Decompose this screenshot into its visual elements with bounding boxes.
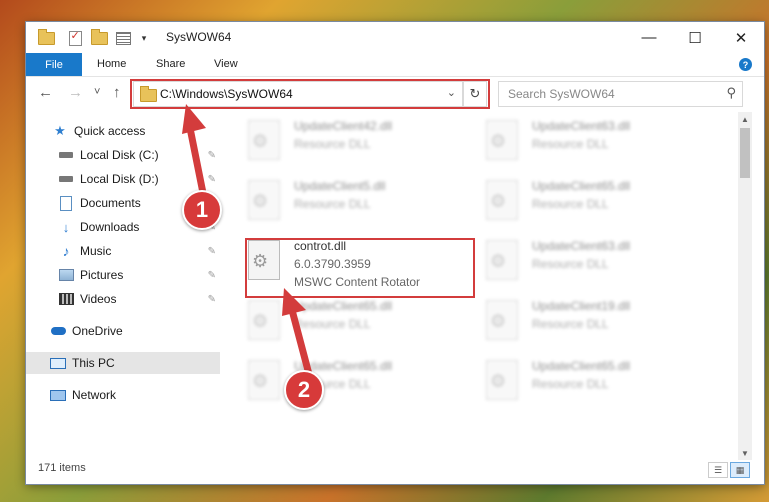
sidebar-item-label: Local Disk (C:)	[80, 148, 159, 162]
dll-file-icon	[486, 180, 518, 220]
sidebar-item-label: Music	[80, 244, 112, 258]
item-count: 171 items	[38, 462, 86, 474]
scroll-thumb[interactable]	[740, 128, 750, 178]
recent-locations-button[interactable]: ˅	[94, 86, 100, 98]
sidebar-item-label: Videos	[80, 292, 117, 306]
list-item[interactable]: UpdateClient65.dll Resource DLL	[466, 352, 696, 410]
file-name: UpdateClient65.dll	[532, 359, 631, 373]
list-item[interactable]: UpdateClient19.dll Resource DLL	[466, 292, 696, 350]
music-icon: ♪	[62, 243, 70, 259]
step-badge-1: 1	[182, 190, 222, 230]
sidebar-item-this-pc[interactable]: This PC	[26, 352, 220, 374]
dll-file-icon	[486, 360, 518, 400]
pictures-icon	[58, 268, 74, 282]
sidebar-item-label: Network	[72, 388, 117, 402]
file-name: UpdateClient5.dll	[294, 179, 386, 193]
file-description: Resource DLL	[532, 377, 609, 391]
pc-icon	[50, 356, 66, 370]
vertical-scrollbar[interactable]: ▲ ▼	[738, 112, 752, 460]
dll-file-icon	[486, 300, 518, 340]
list-item[interactable]: UpdateClient65.dll Resource DLL	[228, 292, 458, 350]
tab-view[interactable]: View	[214, 58, 238, 70]
file-description: Resource DLL	[294, 197, 371, 211]
pin-icon[interactable]: ✎	[208, 294, 216, 305]
onedrive-icon	[50, 324, 66, 338]
step-badge-2: 2	[284, 370, 324, 410]
list-item[interactable]: UpdateClient65.dll Resource DLL	[228, 352, 458, 410]
file-name: UpdateClient63.dll	[532, 119, 631, 133]
documents-icon	[58, 195, 74, 211]
sidebar-item-label: Quick access	[74, 124, 146, 138]
search-icon[interactable]: ⚲	[726, 85, 736, 101]
scroll-down-icon[interactable]: ▼	[738, 446, 752, 460]
details-view-button[interactable]: ☰	[708, 462, 728, 478]
disk-icon	[58, 172, 74, 186]
list-item[interactable]: UpdateClient63.dll Resource DLL	[466, 112, 696, 170]
search-box[interactable]: Search SysWOW64 ⚲	[498, 81, 743, 107]
file-description: Resource DLL	[294, 137, 371, 151]
file-description: Resource DLL	[532, 257, 609, 271]
forward-button[interactable]: →	[68, 84, 83, 101]
videos-icon	[58, 292, 74, 306]
list-item[interactable]: UpdateClient63.dll Resource DLL	[466, 232, 696, 290]
view-icon[interactable]	[112, 30, 134, 46]
dll-file-icon	[248, 120, 280, 160]
title-bar: ▾ SysWOW64 — ☐ ✕	[26, 22, 764, 53]
sidebar-item-videos[interactable]: Videos ✎	[26, 288, 220, 310]
properties-icon[interactable]	[66, 29, 84, 46]
network-icon	[50, 388, 66, 402]
dll-file-icon	[486, 240, 518, 280]
file-explorer-window: ▾ SysWOW64 — ☐ ✕ File Home Share View ? …	[26, 22, 764, 484]
star-icon: ★	[54, 123, 66, 138]
dll-file-icon	[248, 180, 280, 220]
sidebar-item-label: OneDrive	[72, 324, 123, 338]
sidebar-item-label: Documents	[80, 196, 141, 210]
window-title: SysWOW64	[166, 30, 232, 44]
large-icons-view-button[interactable]: ▦	[730, 462, 750, 478]
tab-share[interactable]: Share	[156, 58, 185, 70]
ribbon-tabs: File Home Share View ?	[26, 53, 764, 77]
sidebar-item-label: Local Disk (D:)	[80, 172, 159, 186]
sidebar-item-label: This PC	[72, 356, 115, 370]
folder-icon	[36, 28, 56, 46]
dll-file-icon	[486, 120, 518, 160]
help-icon[interactable]: ?	[739, 58, 752, 71]
new-folder-icon[interactable]	[90, 28, 108, 46]
file-description: Resource DLL	[532, 137, 609, 151]
up-button[interactable]: ↑	[113, 84, 121, 101]
list-item[interactable]: UpdateClient5.dll Resource DLL	[228, 172, 458, 230]
disk-icon	[58, 148, 74, 162]
sidebar-item-pictures[interactable]: Pictures ✎	[26, 264, 220, 286]
sidebar-item-label: Pictures	[80, 268, 124, 282]
close-button[interactable]: ✕	[718, 22, 764, 53]
file-name: UpdateClient42.dll	[294, 119, 393, 133]
sidebar-item-network[interactable]: Network	[26, 384, 220, 406]
back-button[interactable]: ←	[38, 84, 53, 101]
sidebar-item-music[interactable]: ♪ Music ✎	[26, 240, 220, 262]
list-item[interactable]: UpdateClient65.dll Resource DLL	[466, 172, 696, 230]
scroll-up-icon[interactable]: ▲	[738, 112, 752, 126]
downloads-icon: ↓	[62, 219, 70, 235]
tab-home[interactable]: Home	[97, 58, 126, 70]
customize-qat-icon[interactable]: ▾	[138, 30, 150, 46]
search-input[interactable]: Search SysWOW64	[508, 87, 615, 101]
file-description: Resource DLL	[532, 317, 609, 331]
file-name: UpdateClient63.dll	[532, 239, 631, 253]
pin-icon[interactable]: ✎	[208, 270, 216, 281]
file-description: Resource DLL	[532, 197, 609, 211]
sidebar-item-label: Downloads	[80, 220, 140, 234]
file-name: UpdateClient19.dll	[532, 299, 631, 313]
list-item[interactable]: UpdateClient42.dll Resource DLL	[228, 112, 458, 170]
minimize-button[interactable]: —	[626, 22, 672, 53]
sidebar-item-onedrive[interactable]: OneDrive	[26, 320, 220, 342]
maximize-button[interactable]: ☐	[672, 22, 718, 53]
file-name: UpdateClient65.dll	[532, 179, 631, 193]
pin-icon[interactable]: ✎	[208, 246, 216, 257]
tab-file[interactable]: File	[26, 53, 82, 76]
